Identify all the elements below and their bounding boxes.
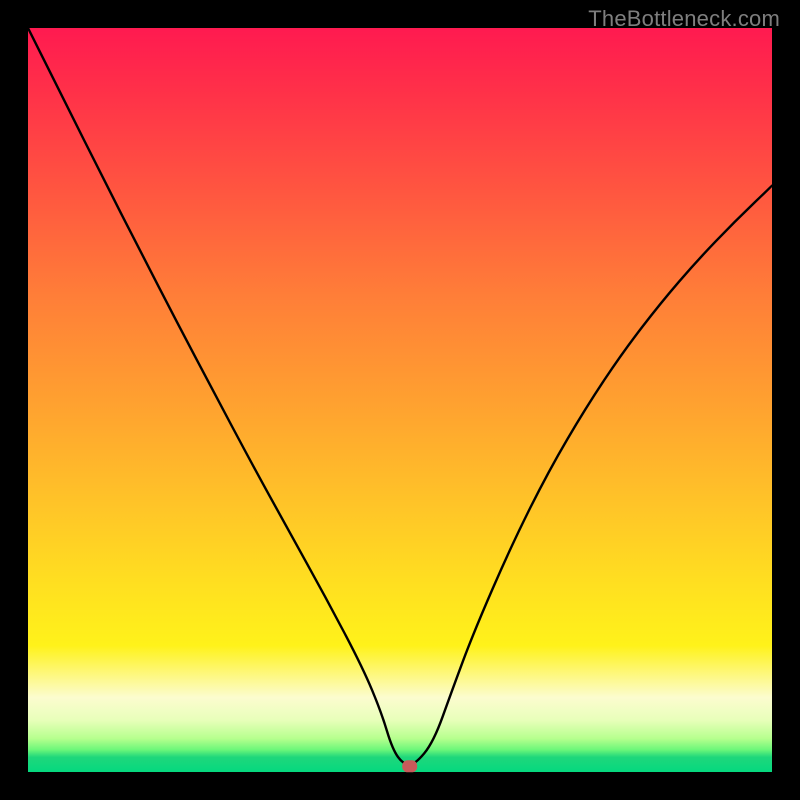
min-marker <box>403 761 417 772</box>
curve-svg <box>28 28 772 772</box>
plot-area <box>28 28 772 772</box>
bottleneck-curve <box>28 28 772 765</box>
chart-frame: TheBottleneck.com <box>0 0 800 800</box>
